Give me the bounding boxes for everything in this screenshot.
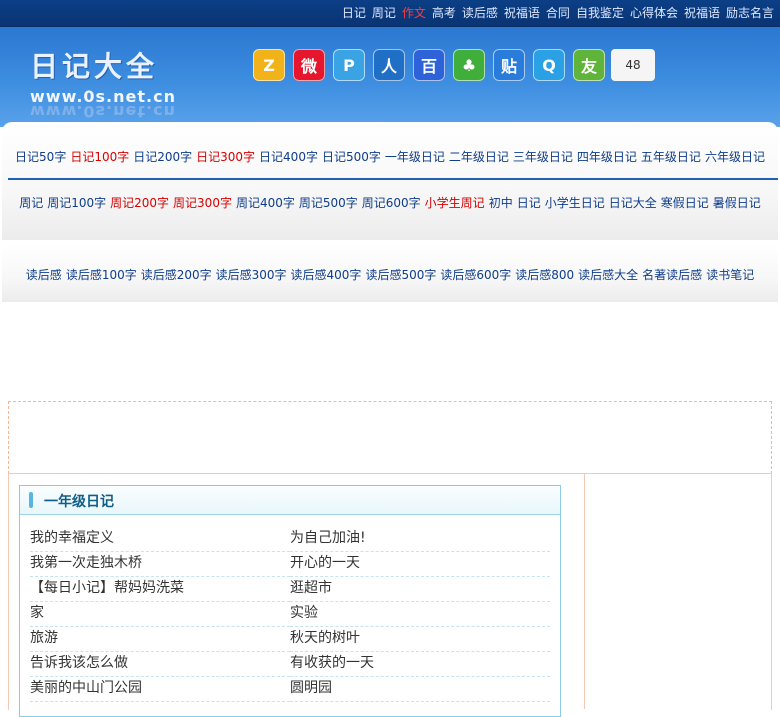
list-item[interactable]: 实验 [290, 601, 550, 627]
nav-panel-review: 读后感 读后感100字 读后感200字 读后感300字 读后感400字 读后感500字 读后… [2, 244, 778, 302]
list-item[interactable]: 我的幸福定义 [30, 526, 290, 552]
nav-row-review: 读后感 读后感100字 读后感200字 读后感300字 读后感400字 读后感500字 读后… [2, 266, 778, 283]
nav-link[interactable]: 读后感600字 [440, 268, 511, 282]
list-item[interactable]: 旅游 [30, 626, 290, 652]
nav-link[interactable]: 三年级日记 [513, 150, 573, 164]
share-count[interactable]: 48 [611, 49, 655, 81]
nav-link[interactable]: 日记50字 [15, 150, 66, 164]
list-item[interactable]: 告诉我该怎么做 [30, 651, 290, 677]
top-nav-link[interactable]: 高考 [432, 6, 456, 20]
nav-link[interactable]: 日记400字 [259, 150, 318, 164]
nav-link[interactable]: 周记400字 [236, 196, 295, 210]
nav-link[interactable]: 读后感200字 [141, 268, 212, 282]
nav-row-diary: 日记50字 日记100字 日记200字 日记300字 日记400字 日记500字 一年级日记… [2, 148, 778, 165]
list-item[interactable]: 有收获的一天 [290, 651, 550, 677]
nav-link[interactable]: 日记500字 [322, 150, 381, 164]
nav-link[interactable]: 周记300字 [173, 196, 232, 210]
ad-area [8, 401, 772, 474]
top-bar: 日记 周记 作文 高考 读后感 祝福语 合同 自我鉴定 心得体会 祝福语 励志名言 [0, 0, 780, 27]
nav-link[interactable]: 读后感800 [515, 268, 574, 282]
logo-title: 日记大全 [30, 50, 159, 83]
nav-divider [8, 178, 778, 180]
nav-link[interactable]: 周记200字 [110, 196, 169, 210]
list-item[interactable]: 【每日小记】帮妈妈洗菜 [30, 576, 290, 602]
pengyou-icon[interactable]: 友 [573, 49, 605, 81]
kaixin-icon[interactable]: ♣ [453, 49, 485, 81]
list-item[interactable]: 圆明园 [290, 676, 550, 702]
share-bar: Z 微 P 人百 ♣ 贴 Q 友 48 [253, 49, 655, 81]
column-divider [584, 473, 585, 709]
section-first-grade-diary: 一年级日记 我的幸福定义 为自己加油! 我第一次走独木桥 开心的一天 【每日小记】帮妈妈… [19, 485, 561, 717]
top-nav-link[interactable]: 励志名言 [726, 6, 774, 20]
title-marker-icon [29, 492, 33, 508]
nav-link[interactable]: 周记600字 [362, 196, 421, 210]
tqq-icon[interactable]: P [333, 49, 365, 81]
top-nav-link[interactable]: 合同 [546, 6, 570, 20]
nav-link[interactable]: 读后感100字 [66, 268, 137, 282]
tencent-icon[interactable]: Q [533, 49, 565, 81]
list-item[interactable]: 美丽的中山门公园 [30, 676, 290, 702]
weibo-icon[interactable]: 微 [293, 49, 325, 81]
nav-link[interactable]: 小学生周记 [425, 196, 485, 210]
top-nav-link[interactable]: 祝福语 [684, 6, 720, 20]
section-header: 一年级日记 [20, 486, 560, 515]
nav-link[interactable]: 日记 [517, 196, 541, 210]
list-item[interactable]: 家 [30, 601, 290, 627]
nav-link[interactable]: 周记100字 [47, 196, 106, 210]
nav-link[interactable]: 读后感大全 [578, 268, 638, 282]
nav-link[interactable]: 周记 [19, 196, 43, 210]
nav-link[interactable]: 四年级日记 [577, 150, 637, 164]
nav-link[interactable]: 读后感 [26, 268, 62, 282]
nav-link[interactable]: 读后感400字 [291, 268, 362, 282]
nav-link[interactable]: 读书笔记 [706, 268, 754, 282]
nav-link[interactable]: 日记100字 [70, 150, 129, 164]
nav-link[interactable]: 读后感500字 [365, 268, 436, 282]
nav-link[interactable]: 读后感300字 [216, 268, 287, 282]
nav-link[interactable]: 六年级日记 [705, 150, 765, 164]
nav-link[interactable]: 日记200字 [133, 150, 192, 164]
nav-link[interactable]: 暑假日记 [713, 196, 761, 210]
top-nav-link[interactable]: 读后感 [462, 6, 498, 20]
nav-link[interactable]: 一年级日记 [385, 150, 445, 164]
list-item[interactable]: 逛超市 [290, 576, 550, 602]
qzone-icon[interactable]: Z [253, 49, 285, 81]
nav-link[interactable]: 日记300字 [196, 150, 255, 164]
top-nav-link[interactable]: 周记 [372, 6, 396, 20]
nav-link[interactable]: 日记大全 [609, 196, 657, 210]
nav-link[interactable]: 名著读后感 [642, 268, 702, 282]
top-nav-link[interactable]: 作文 [402, 6, 426, 20]
header-banner: 日记大全 www.0s.net.cn www.0s.net.cn Z 微 P 人百 ♣ 贴… [0, 27, 780, 127]
nav-link[interactable]: 周记500字 [299, 196, 358, 210]
list-item[interactable]: 为自己加油! [290, 526, 550, 552]
nav-row-weekly: 周记 周记100字 周记200字 周记300字 周记400字 周记500字 周记600字 小学… [2, 194, 778, 211]
list-item[interactable]: 开心的一天 [290, 551, 550, 577]
nav-link[interactable]: 初中 [489, 196, 513, 210]
nav-panel-diary: 日记50字 日记100字 日记200字 日记300字 日记400字 日记500字 一年级日记… [2, 122, 778, 240]
top-nav-link[interactable]: 日记 [342, 6, 366, 20]
renren-icon[interactable]: 人 [373, 49, 405, 81]
list-item[interactable]: 秋天的树叶 [290, 626, 550, 652]
top-nav-link[interactable]: 祝福语 [504, 6, 540, 20]
tieba-icon[interactable]: 贴 [493, 49, 525, 81]
list-item[interactable]: 我第一次走独木桥 [30, 551, 290, 577]
nav-link[interactable]: 五年级日记 [641, 150, 701, 164]
nav-link[interactable]: 寒假日记 [661, 196, 709, 210]
top-nav-link[interactable]: 自我鉴定 [576, 6, 624, 20]
baidu-icon[interactable]: 百 [413, 49, 445, 81]
top-nav: 日记 周记 作文 高考 读后感 祝福语 合同 自我鉴定 心得体会 祝福语 励志名言 [342, 0, 780, 26]
logo-reflection: www.0s.net.cn [30, 102, 176, 121]
top-nav-link[interactable]: 心得体会 [630, 6, 678, 20]
section-title[interactable]: 一年级日记 [44, 491, 114, 511]
nav-link[interactable]: 小学生日记 [545, 196, 605, 210]
nav-link[interactable]: 二年级日记 [449, 150, 509, 164]
